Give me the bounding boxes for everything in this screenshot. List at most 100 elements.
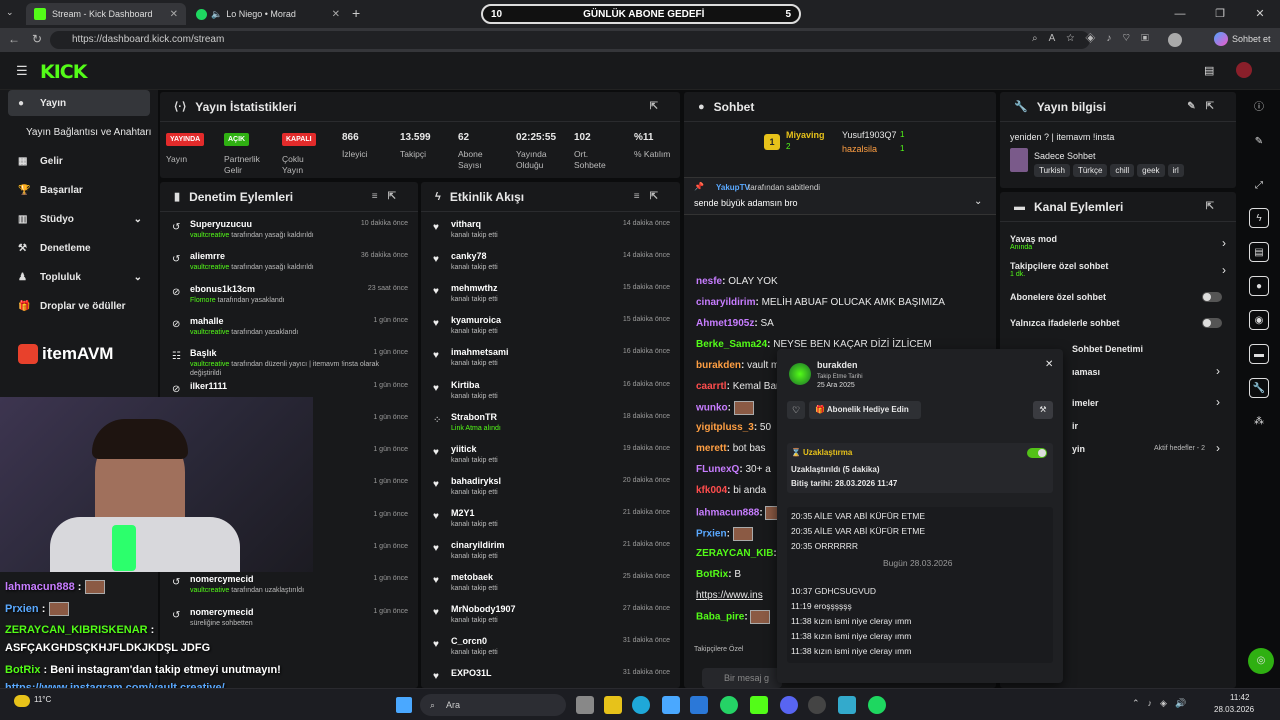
panel-icon[interactable]: ▬ (1249, 344, 1269, 364)
activity-item[interactable]: ♥ Kirtiba kanalı takip etti 16 dakika önce (421, 377, 680, 409)
activity-item[interactable]: ♥ MrNobody1907 kanalı takip etti 27 dakika … (421, 601, 680, 633)
tag[interactable]: irl (1167, 164, 1184, 177)
chat-username[interactable]: caarrtl (696, 381, 727, 392)
moderation-item[interactable]: ↺ aliemrre vaultcreative tarafından yasağı… (160, 248, 418, 280)
sidebar-item-drops[interactable]: 🎁 Droplar ve ödüller (8, 293, 150, 319)
partial-row[interactable]: imeler (1072, 398, 1099, 408)
chat-message[interactable]: FLunexQ: 30+ a (696, 464, 771, 475)
chat-message[interactable]: Baba_pire: (696, 610, 771, 625)
partial-row[interactable]: ir (1072, 421, 1078, 431)
chat-username[interactable]: merett (696, 443, 727, 454)
chat-username[interactable]: wunko (696, 403, 728, 414)
tab-spotify[interactable]: 🔈 Lo Niego • Morad ✕ (188, 3, 348, 25)
expand-icon[interactable]: ⤢ (1249, 176, 1269, 196)
edge-icon[interactable] (632, 696, 650, 714)
chat-message[interactable]: merett: bot bas (696, 443, 766, 454)
outlook-icon[interactable] (690, 696, 708, 714)
sidebar-item-revenue[interactable]: ▦ Gelir (8, 148, 150, 174)
activity-item[interactable]: ♥ EXPO31L 31 dakika önce (421, 665, 680, 688)
lightning-icon[interactable]: ϟ (1249, 208, 1269, 228)
moderation-item[interactable]: ↺ Superyuzucuu vaultcreative tarafından ya… (160, 216, 418, 248)
activity-item[interactable]: ♥ kyamuroica kanalı takip etti 15 dakika ön… (421, 312, 680, 344)
pencil-icon[interactable]: ✎ (1249, 132, 1269, 152)
tag[interactable]: Türkçe (1072, 164, 1108, 177)
partial-row[interactable]: ıaması (1072, 367, 1100, 377)
close-icon[interactable]: ✕ (170, 9, 178, 20)
tag[interactable]: chill (1110, 164, 1135, 177)
chat-message[interactable]: BotRix: B (696, 569, 741, 580)
category-name[interactable]: Sadece Sohbet (1034, 151, 1096, 161)
puzzle-icon[interactable]: ⁂ (1249, 412, 1269, 432)
activity-item[interactable]: ♥ mehmwthz kanalı takip etti 15 dakika önce (421, 280, 680, 312)
activity-item[interactable]: ♥ yiitick kanalı takip etti 19 dakika önce (421, 441, 680, 473)
sidebar-item-stream-key[interactable]: Yayın Bağlantısı ve Anahtarı (8, 119, 151, 145)
task-view-icon[interactable] (576, 696, 594, 714)
taskbar-search[interactable]: ⌕ Ara (420, 694, 566, 716)
edit-popout-icons[interactable]: ✎⇱ (1187, 101, 1224, 112)
filter-popout-icons[interactable]: ≡⇱ (634, 191, 668, 202)
chat-message[interactable]: Ahmet1905z: SA (696, 318, 774, 329)
chat-username[interactable]: Prxien (696, 528, 727, 539)
chat-message[interactable]: cinaryildirim: MELİH ABUAF OLUCAK AMK BA… (696, 297, 945, 308)
chat-username[interactable]: burakden (696, 360, 741, 371)
store-icon[interactable] (662, 696, 680, 714)
hamburger-icon[interactable]: ☰ (16, 63, 28, 79)
obs-icon[interactable] (808, 696, 826, 714)
subscribers-only-toggle[interactable] (1202, 292, 1222, 302)
chat-username[interactable]: cinaryildirim (696, 297, 755, 308)
tab-list-icon[interactable]: ⌄ (6, 7, 14, 18)
close-window-icon[interactable]: ✕ (1240, 0, 1280, 28)
popout-icon[interactable]: ⇱ (1206, 201, 1224, 212)
info-icon[interactable]: ⓘ (1249, 98, 1269, 118)
chat-username[interactable]: BotRix (696, 569, 728, 580)
chat-message[interactable]: kfk004: bi anda (696, 485, 766, 496)
chat-moderation-row[interactable]: Sohbet Denetimi (1072, 344, 1143, 354)
sidebar-item-studio[interactable]: ▥ Stüdyo ⌄ (8, 206, 150, 232)
discord-icon[interactable] (780, 696, 798, 714)
timeout-toggle[interactable] (1027, 448, 1047, 458)
chat-username[interactable]: lahmacun888 (696, 508, 759, 519)
new-tab-icon[interactable]: + (352, 5, 360, 21)
support-button[interactable]: ◎ (1248, 648, 1274, 674)
copilot-button[interactable]: Sohbet et (1214, 32, 1271, 46)
activity-item[interactable]: ♥ bahadiryksl kanalı takip etti 20 dakika ö… (421, 473, 680, 505)
moderation-item[interactable]: ⊘ mahalle vaultcreative tarafından yasakla… (160, 313, 418, 345)
activity-item[interactable]: ⁘ StrabonTR Link Atma alındı 18 dakika önce (421, 409, 680, 441)
followers-only-row[interactable]: Takipçilere özel sohbet 1 dk. › (1010, 261, 1226, 285)
sidebar-item-community[interactable]: ♟ Topluluk ⌄ (8, 264, 150, 290)
minimize-icon[interactable]: — (1160, 0, 1200, 28)
filter-popout-icons[interactable]: ≡⇱ (372, 191, 406, 202)
profile-avatar[interactable] (1168, 33, 1182, 47)
chevron-down-icon[interactable]: ⌄ (974, 196, 982, 207)
gift-subscription-button[interactable]: 🎁 Abonelik Hediye Edin (809, 401, 921, 419)
activity-item[interactable]: ♥ C_orcn0 kanalı takip etti 31 dakika önce (421, 633, 680, 665)
url-field[interactable]: https://dashboard.kick.com/stream (50, 31, 1090, 49)
slow-mode-row[interactable]: Yavaş mod Anında › (1010, 234, 1226, 258)
chat-username[interactable]: kfk004 (696, 485, 727, 496)
inbox-icon[interactable]: ▤ (1204, 64, 1214, 77)
goals-row[interactable]: yin (1072, 444, 1085, 454)
chat-username[interactable]: FLunexQ (696, 464, 739, 475)
chat-message[interactable]: lahmacun888: (696, 505, 786, 520)
activity-item[interactable]: ♥ canky78 kanalı takip etti 14 dakika önce (421, 248, 680, 280)
broadcast-icon[interactable]: ◉ (1249, 310, 1269, 330)
moderation-item[interactable]: ☷ Başlık vaultcreative tarafından düzenli … (160, 345, 418, 377)
close-icon[interactable]: ✕ (332, 9, 340, 20)
maximize-icon[interactable]: ❐ (1200, 0, 1240, 28)
kick-logo[interactable]: KICK (40, 61, 87, 83)
chat-username[interactable]: Berke_Sama24 (696, 339, 767, 350)
heart-button[interactable]: ♡ (787, 401, 805, 419)
mod-action-button[interactable]: ⚒ (1033, 401, 1053, 419)
file-explorer-icon[interactable] (604, 696, 622, 714)
chat-username[interactable]: ZERAYCAN_KIB (696, 548, 773, 559)
whatsapp-icon[interactable] (720, 696, 738, 714)
sidebar-item-achievements[interactable]: 🏆 Başarılar (8, 177, 150, 203)
chat-username[interactable]: nesfe (696, 276, 722, 287)
chat-message[interactable]: Prxien: (696, 526, 753, 541)
chat-username[interactable]: yigitpluss_3 (696, 422, 754, 433)
sidebar-item-stream[interactable]: ● Yayın (8, 90, 150, 116)
start-button[interactable] (396, 697, 412, 713)
sidebar-item-moderation[interactable]: ⚒ Denetleme (8, 235, 150, 261)
kick-icon[interactable] (750, 696, 768, 714)
activity-item[interactable]: ♥ imahmetsami kanalı takip etti 16 dakika ö… (421, 344, 680, 376)
